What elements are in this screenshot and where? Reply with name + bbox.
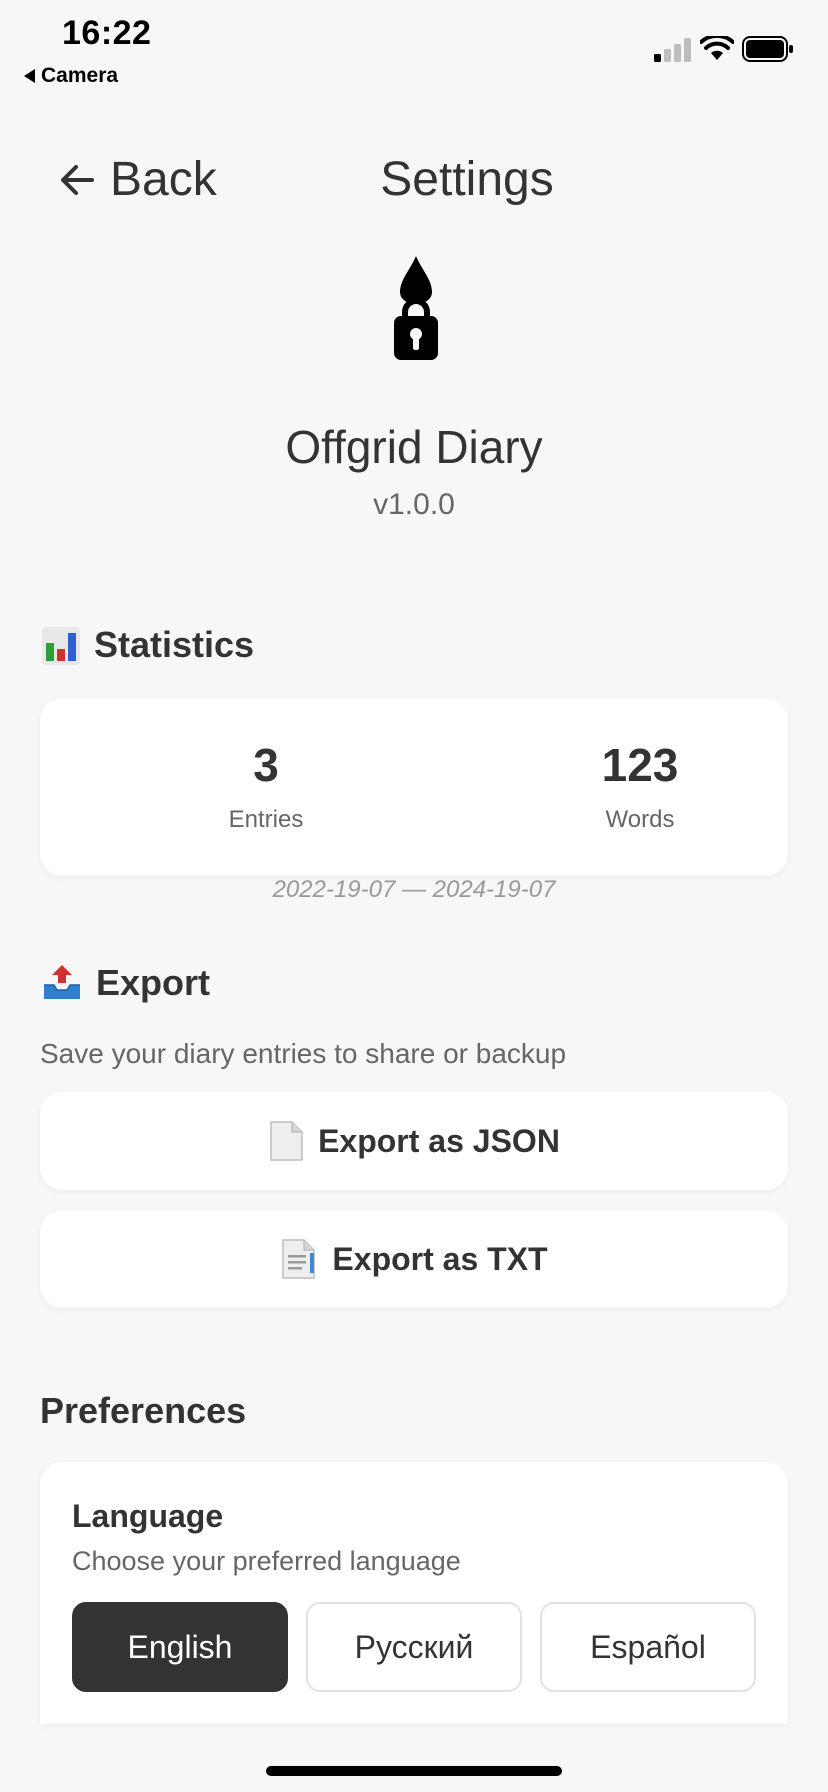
stats-card: 3 Entries 123 Words — [40, 698, 788, 876]
words-count: 123 — [601, 739, 679, 791]
outbox-tray-icon — [44, 965, 80, 999]
bar-chart-icon — [42, 627, 80, 665]
cellular-signal-icon — [654, 38, 691, 62]
statistics-header: Statistics — [42, 624, 254, 666]
page-facing-up-icon — [282, 1239, 316, 1279]
language-english-button[interactable]: English — [72, 1602, 288, 1692]
language-russian-button[interactable]: Русский — [306, 1602, 522, 1692]
app-name: Offgrid Diary — [285, 421, 543, 473]
entries-stat: 3 Entries — [116, 738, 416, 834]
preferences-title: Preferences — [40, 1390, 247, 1431]
preferences-header: Preferences — [40, 1390, 246, 1432]
words-label: Words — [605, 806, 675, 833]
wifi-icon — [700, 36, 734, 60]
export-header: Export — [42, 962, 210, 1004]
status-time: 16:22 — [62, 14, 152, 52]
date-range: 2022-19-07 — 2024-19-07 — [272, 876, 556, 903]
page-title: Settings — [380, 153, 554, 206]
home-indicator[interactable] — [266, 1766, 562, 1776]
document-icon — [270, 1121, 303, 1161]
language-description: Choose your preferred language — [72, 1546, 461, 1576]
language-preference-card: Language Choose your preferred language … — [40, 1462, 788, 1724]
battery-icon — [742, 36, 793, 62]
entries-label: Entries — [228, 806, 304, 833]
export-json-button[interactable]: Export as JSON — [40, 1092, 788, 1190]
app-version: v1.0.0 — [373, 488, 455, 521]
pen-lock-logo-icon — [394, 256, 438, 360]
export-txt-button[interactable]: Export as TXT — [40, 1210, 788, 1308]
export-title: Export — [96, 962, 211, 1003]
entries-count: 3 — [253, 739, 279, 791]
export-json-label: Export as JSON — [318, 1122, 560, 1159]
statistics-title: Statistics — [94, 624, 255, 665]
language-label: Language — [72, 1498, 224, 1534]
status-back-app-label: Camera — [41, 64, 119, 87]
words-stat: 123 Words — [490, 738, 790, 834]
export-description: Save your diary entries to share or back… — [40, 1038, 567, 1069]
language-spanish-button[interactable]: Español — [540, 1602, 756, 1692]
export-txt-label: Export as TXT — [332, 1240, 548, 1277]
status-back-to-app[interactable]: Camera — [24, 64, 118, 88]
back-triangle-icon — [24, 69, 35, 83]
